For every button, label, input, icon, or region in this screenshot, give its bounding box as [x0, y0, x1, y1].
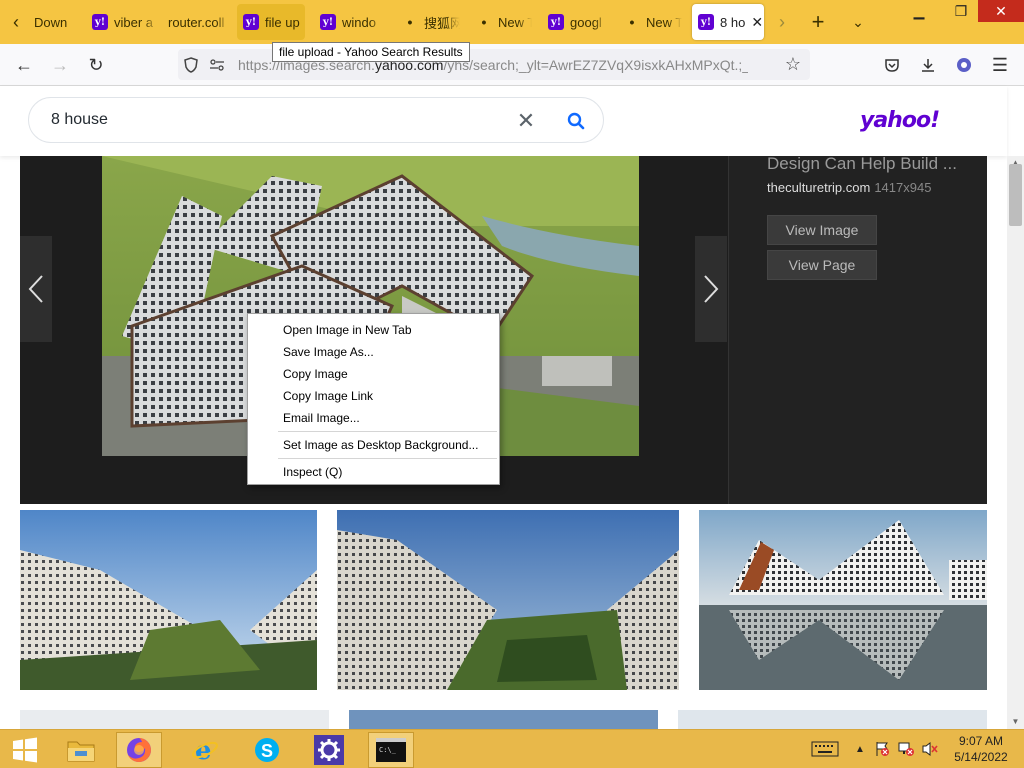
page-scrollbar[interactable]: [1007, 156, 1024, 729]
new-tab-plus-icon[interactable]: +: [804, 6, 832, 38]
back-arrow-icon[interactable]: ←: [10, 51, 38, 79]
menu-separator: [278, 458, 497, 459]
search-box: ✕: [28, 97, 604, 143]
tab-0[interactable]: Down: [34, 4, 88, 40]
reload-icon[interactable]: ↻: [82, 51, 110, 79]
thumbnail-image[interactable]: [20, 510, 317, 690]
svg-text:e: e: [195, 736, 212, 764]
tab-scroll-right-icon[interactable]: ›: [768, 6, 796, 38]
system-clock[interactable]: 9:07 AM 5/14/2022: [948, 733, 1014, 765]
show-hidden-icons-chevron-up-icon[interactable]: ▲: [850, 738, 870, 760]
yahoo-favicon-icon: y!: [92, 14, 108, 30]
search-header: ✕ yahoo!: [0, 86, 1007, 156]
menu-copy-image[interactable]: Copy Image: [248, 363, 499, 385]
view-page-button[interactable]: View Page: [767, 250, 877, 280]
previous-image-chevron-left-icon[interactable]: [20, 236, 52, 342]
svg-text:C:\_: C:\_: [379, 746, 397, 754]
tab-7[interactable]: y! googl: [548, 4, 608, 40]
search-input[interactable]: [49, 110, 509, 130]
yahoo-favicon-icon: y!: [698, 14, 714, 30]
extension-icon[interactable]: [950, 51, 978, 79]
list-all-tabs-chevron-down-icon[interactable]: ⌄: [844, 6, 872, 38]
tab-8[interactable]: • New T: [624, 4, 682, 40]
tab-label: file up: [265, 14, 300, 30]
tab-2[interactable]: router.coll: [168, 4, 230, 40]
next-image-chevron-right-icon[interactable]: [695, 236, 727, 342]
permissions-icon[interactable]: [204, 52, 230, 78]
tab-5[interactable]: • 搜狐网: [402, 4, 460, 40]
dot-icon: •: [629, 14, 635, 30]
downloads-icon[interactable]: [914, 51, 942, 79]
tab-label: 8 ho: [720, 14, 746, 30]
command-prompt-icon[interactable]: C:\_: [368, 732, 414, 768]
start-windows-icon[interactable]: [2, 732, 48, 768]
menu-email-image[interactable]: Email Image...: [248, 407, 499, 429]
view-image-button[interactable]: View Image: [767, 215, 877, 245]
tab-active[interactable]: y! 8 ho ✕: [692, 4, 764, 40]
thumbnail-image[interactable]: [20, 710, 329, 729]
scrollbar-thumb[interactable]: [1009, 164, 1022, 226]
image-source: theculturetrip.com 1417x945: [767, 180, 931, 195]
hamburger-menu-icon[interactable]: ☰: [986, 51, 1014, 79]
yahoo-logo[interactable]: yahoo!: [860, 108, 940, 133]
search-icon[interactable]: [563, 108, 589, 134]
minimize-icon[interactable]: ▁: [902, 0, 936, 22]
thumbnail-image[interactable]: [699, 510, 987, 690]
yahoo-favicon-icon: y!: [320, 14, 336, 30]
forward-arrow-icon[interactable]: →: [46, 51, 74, 79]
firefox-icon[interactable]: [116, 732, 162, 768]
image-info-panel: Design Can Help Build ... theculturetrip…: [728, 154, 987, 504]
clear-search-icon[interactable]: ✕: [513, 108, 539, 134]
svg-text:S: S: [261, 741, 273, 761]
network-icon[interactable]: [896, 738, 916, 760]
touch-keyboard-icon[interactable]: [810, 738, 840, 760]
tab-label: Down: [34, 14, 68, 30]
bookmark-star-icon[interactable]: ☆: [780, 52, 806, 78]
tab-scroll-left-icon[interactable]: ‹: [2, 6, 30, 38]
image-dimensions: 1417x945: [874, 180, 932, 195]
menu-set-desktop-background[interactable]: Set Image as Desktop Background...: [248, 434, 499, 456]
dot-icon: •: [481, 14, 487, 30]
settings-gear-icon[interactable]: [306, 732, 352, 768]
context-menu: Open Image in New Tab Save Image As... C…: [247, 313, 500, 485]
url-suffix: /yhs/search;_ylt=AwrEZ7ZVqX9isxkAHxMPxQt…: [443, 56, 748, 73]
action-center-flag-icon[interactable]: [872, 738, 892, 760]
file-explorer-folder-icon[interactable]: [58, 732, 104, 768]
image-viewer: Design Can Help Build ... theculturetrip…: [20, 154, 987, 504]
tab-1[interactable]: y! viber a: [92, 4, 158, 40]
volume-muted-icon[interactable]: [920, 738, 940, 760]
menu-open-image-new-tab[interactable]: Open Image in New Tab: [248, 319, 499, 341]
thumbnail-image[interactable]: [349, 710, 658, 729]
windows-taskbar: e S C:\_ ▲ 9:07 AM 5/14/2022: [0, 729, 1024, 768]
menu-copy-image-link[interactable]: Copy Image Link: [248, 385, 499, 407]
navigation-toolbar: ← → ↻ https://images.search.yahoo.com/yh…: [0, 44, 1024, 86]
image-title[interactable]: Design Can Help Build ...: [767, 154, 957, 174]
scroll-down-icon[interactable]: ▼: [1007, 716, 1024, 726]
yahoo-favicon-icon: y!: [243, 14, 259, 30]
close-tab-icon[interactable]: ✕: [751, 14, 763, 31]
tracking-shield-icon[interactable]: [178, 52, 204, 78]
thumbnail-image[interactable]: [337, 510, 679, 690]
restore-icon[interactable]: ❐: [944, 0, 978, 22]
menu-separator: [278, 431, 497, 432]
source-domain[interactable]: theculturetrip.com: [767, 180, 870, 195]
dot-icon: •: [407, 14, 413, 30]
thumbnail-image[interactable]: [678, 710, 987, 729]
yahoo-favicon-icon: y!: [548, 14, 564, 30]
clock-time: 9:07 AM: [958, 734, 1004, 748]
skype-icon[interactable]: S: [244, 732, 290, 768]
clock-date: 5/14/2022: [954, 750, 1008, 764]
tab-tooltip: file upload - Yahoo Search Results: [272, 42, 470, 62]
tab-3[interactable]: y! file up: [237, 4, 305, 40]
menu-save-image-as[interactable]: Save Image As...: [248, 341, 499, 363]
tab-strip: ‹ Down y! viber a router.coll y! file up…: [0, 0, 1024, 44]
tab-6[interactable]: • New T: [476, 4, 532, 40]
tab-4[interactable]: y! windo: [320, 4, 384, 40]
internet-explorer-icon[interactable]: e: [182, 732, 228, 768]
menu-inspect[interactable]: Inspect (Q): [248, 461, 499, 483]
close-window-icon[interactable]: ✕: [978, 0, 1024, 22]
pocket-icon[interactable]: [878, 51, 906, 79]
